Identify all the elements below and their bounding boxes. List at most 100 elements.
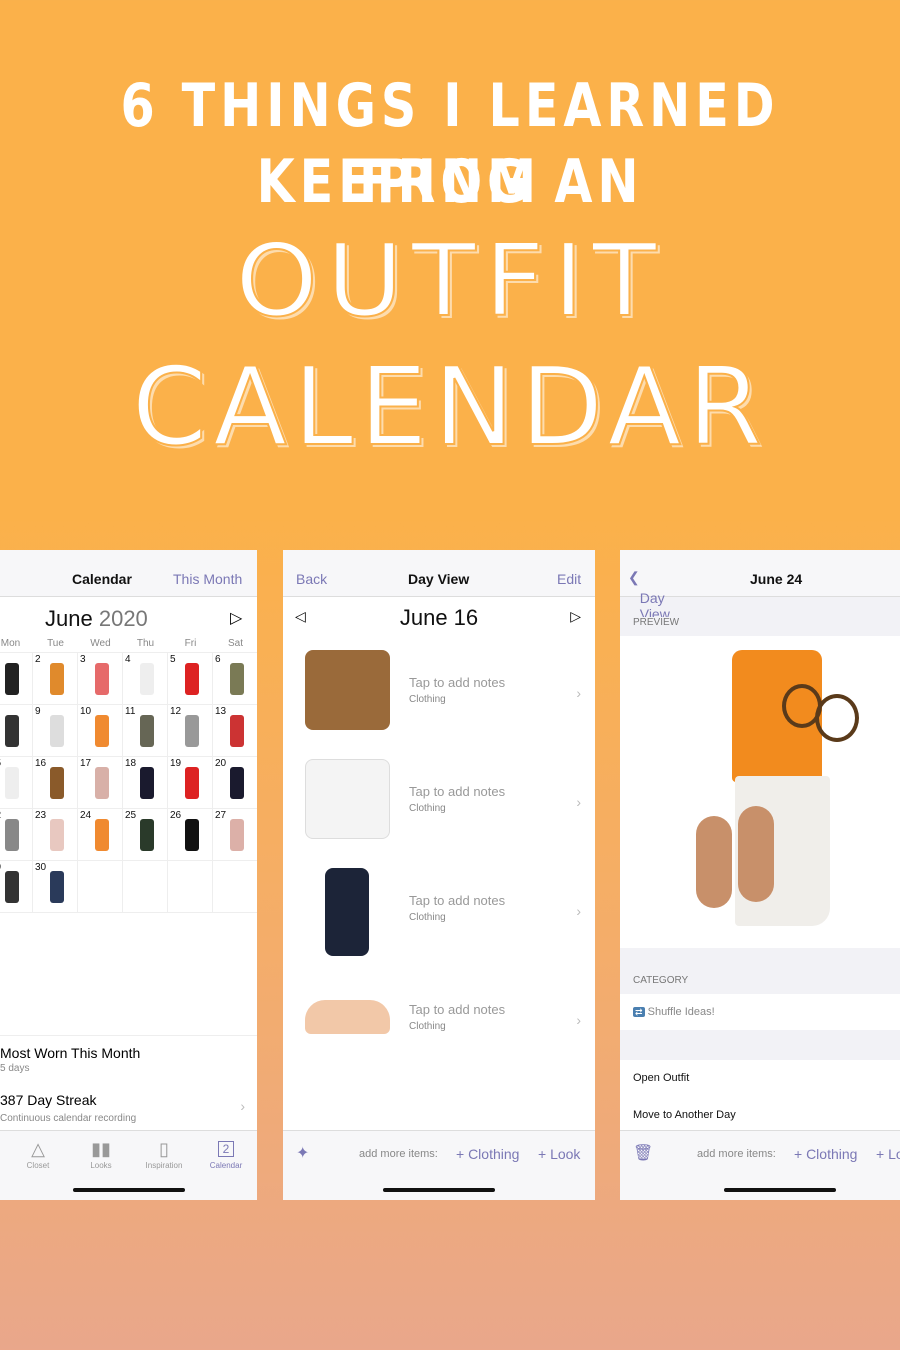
outfit-thumbnail: [5, 819, 19, 851]
day-number: 24: [80, 810, 92, 821]
day-number: 23: [35, 810, 47, 821]
triangle-right-icon[interactable]: ▷: [230, 608, 242, 628]
tab-looks[interactable]: ▮▮ Looks: [71, 1137, 131, 1170]
weekday-label: Wed: [90, 638, 111, 649]
day-number: 12: [170, 706, 182, 717]
day-number: 16: [35, 758, 47, 769]
outfit-thumbnail: [5, 663, 19, 695]
outfit-thumbnail: [185, 663, 199, 695]
clothing-item-row[interactable]: Tap to add notes Clothing ›: [283, 744, 595, 852]
chevron-right-icon: ›: [576, 794, 581, 810]
add-look-button[interactable]: + Look: [538, 1146, 580, 1162]
day-number: 11: [125, 706, 136, 717]
calendar-day[interactable]: 11: [123, 705, 168, 757]
calendar-day[interactable]: 16: [33, 757, 78, 809]
nav-title: June 24: [750, 571, 803, 587]
chevron-right-icon: ›: [576, 1012, 581, 1028]
notes-placeholder: Tap to add notes: [409, 784, 506, 799]
add-more-label: add more items:: [697, 1148, 776, 1160]
calendar-day[interactable]: 24: [78, 809, 123, 861]
add-look-button[interactable]: + Lo: [876, 1146, 900, 1162]
calendar-day[interactable]: 9: [33, 705, 78, 757]
tab-inspiration[interactable]: ▯ Inspiration: [134, 1137, 194, 1170]
calendar-day[interactable]: 3: [78, 653, 123, 705]
tab-closet[interactable]: △ Closet: [8, 1137, 68, 1170]
outfit-thumbnail: [230, 715, 244, 747]
outfit-thumbnail: [140, 819, 154, 851]
most-worn-row[interactable]: Most Worn This Month 5 days: [0, 1035, 257, 1074]
sandal-image: [696, 816, 732, 908]
calendar-day[interactable]: 5: [168, 653, 213, 705]
add-clothing-icon[interactable]: ✦: [296, 1143, 309, 1163]
outfit-preview[interactable]: [620, 636, 900, 948]
open-outfit-button[interactable]: Open Outfit: [633, 1072, 689, 1084]
calendar-day[interactable]: 10: [78, 705, 123, 757]
calendar-day[interactable]: 25: [123, 809, 168, 861]
calendar-day[interactable]: 22: [0, 809, 33, 861]
calendar-day[interactable]: 29: [0, 861, 33, 913]
calendar-day[interactable]: 4: [123, 653, 168, 705]
day-number: 30: [35, 862, 47, 873]
category-row[interactable]: ⇄ Shuffle Ideas!: [620, 994, 900, 1030]
calendar-empty-cell: [168, 861, 213, 913]
chevron-right-icon: ›: [240, 1098, 245, 1114]
most-worn-title: Most Worn This Month: [0, 1045, 141, 1061]
clothing-item-row[interactable]: Tap to add notes Clothing ›: [283, 635, 595, 743]
calendar-day[interactable]: 2: [33, 653, 78, 705]
add-clothing-button[interactable]: + Clothing: [456, 1146, 519, 1162]
item-category: Clothing: [409, 912, 446, 923]
outfit-thumbnail: [230, 663, 244, 695]
day-number: 9: [35, 706, 41, 717]
calendar-day[interactable]: 20: [213, 757, 257, 809]
looks-icon: ▮▮: [91, 1139, 111, 1159]
clothing-item-row[interactable]: Tap to add notes Clothing ›: [283, 853, 595, 961]
day-title: June 16: [399, 605, 479, 630]
home-indicator: [724, 1188, 836, 1192]
trash-icon[interactable]: 🗑: [633, 1143, 653, 1163]
calendar-day[interactable]: 1: [0, 653, 33, 705]
clothing-item-row[interactable]: Tap to add notes Clothing ›: [283, 962, 595, 1070]
day-number: 2: [35, 654, 41, 665]
home-indicator: [383, 1188, 495, 1192]
day-number: 29: [0, 862, 1, 873]
calendar-day[interactable]: 13: [213, 705, 257, 757]
streak-row[interactable]: 387 Day Streak Continuous calendar recor…: [0, 1092, 257, 1124]
calendar-day[interactable]: 26: [168, 809, 213, 861]
calendar-day[interactable]: 17: [78, 757, 123, 809]
next-day-icon[interactable]: ▷: [570, 608, 581, 625]
day-number: 15: [0, 758, 1, 769]
calendar-day[interactable]: 19: [168, 757, 213, 809]
outfit-thumbnail: [5, 871, 19, 903]
calendar-day[interactable]: 12: [168, 705, 213, 757]
chevron-right-icon: ›: [576, 903, 581, 919]
calendar-day[interactable]: 15: [0, 757, 33, 809]
this-month-button[interactable]: This Month: [173, 571, 242, 587]
move-to-another-day-button[interactable]: Move to Another Day: [633, 1109, 736, 1121]
outfit-thumbnail: [185, 819, 199, 851]
actions-list: Open Outfit Move to Another Day: [620, 1060, 900, 1130]
home-indicator: [72, 1188, 185, 1192]
calendar-day[interactable]: 6: [213, 653, 257, 705]
tab-label: Looks: [90, 1161, 112, 1170]
calendar-grid: 1234568910111213151617181920222324252627…: [0, 652, 257, 913]
outfit-thumbnail: [185, 767, 199, 799]
edit-button[interactable]: Edit: [557, 571, 581, 587]
headline-line-3: OUTFIT: [234, 221, 665, 340]
calendar-empty-cell: [213, 861, 257, 913]
back-button[interactable]: ❮ Day View: [628, 569, 670, 622]
item-category: Clothing: [409, 694, 446, 705]
back-button[interactable]: Back: [296, 571, 327, 587]
calendar-day[interactable]: 23: [33, 809, 78, 861]
weekday-label: Mon: [0, 638, 21, 649]
calendar-icon: 2: [196, 1137, 256, 1161]
calendar-day[interactable]: 27: [213, 809, 257, 861]
add-clothing-button[interactable]: + Clothing: [794, 1146, 857, 1162]
clothing-image: [305, 650, 390, 730]
month-title: June 2020: [45, 606, 148, 632]
calendar-empty-cell: [78, 861, 123, 913]
calendar-day[interactable]: 30: [33, 861, 78, 913]
tab-calendar[interactable]: 2 Calendar: [196, 1137, 256, 1170]
calendar-day[interactable]: 8: [0, 705, 33, 757]
calendar-day[interactable]: 18: [123, 757, 168, 809]
notes-placeholder: Tap to add notes: [409, 1002, 506, 1017]
